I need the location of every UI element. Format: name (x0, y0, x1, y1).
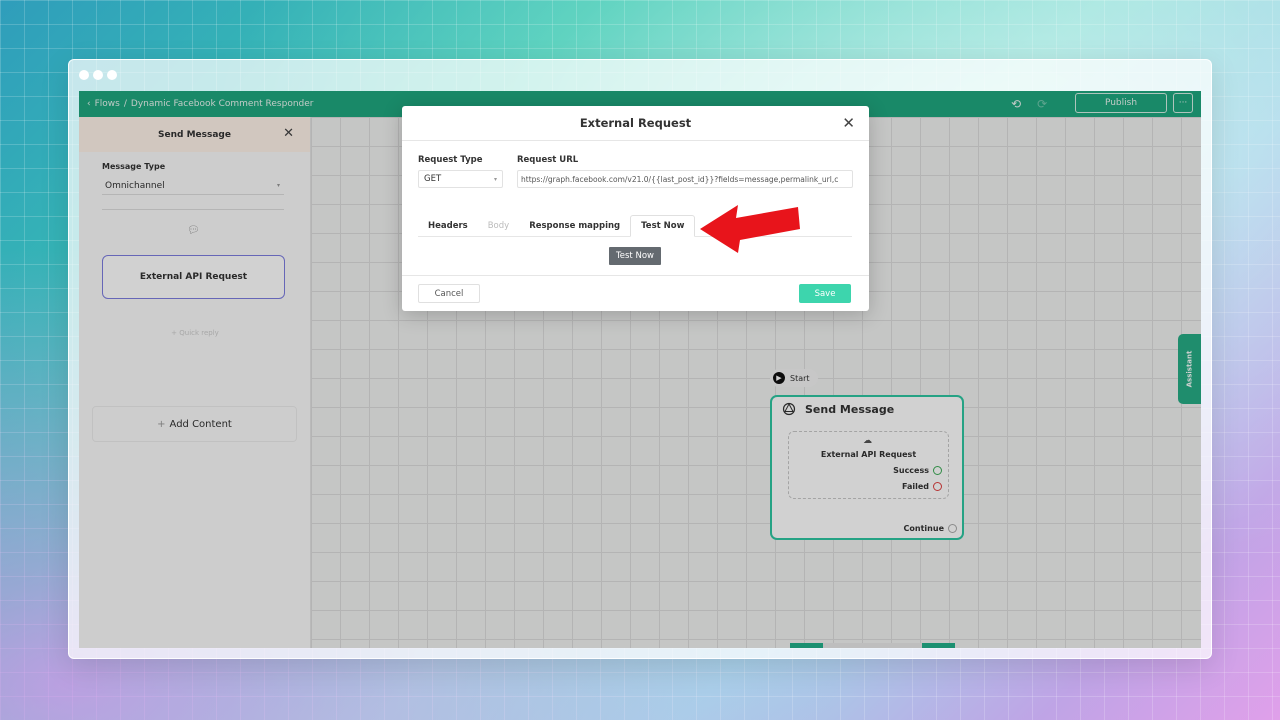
cancel-button[interactable]: Cancel (418, 284, 480, 303)
window-dot-close[interactable] (79, 70, 89, 80)
chevron-down-icon: ▾ (493, 175, 497, 183)
window-controls (79, 70, 117, 80)
modal-title: External Request (579, 116, 692, 130)
modal-footer-divider (402, 275, 869, 276)
tab-response-mapping[interactable]: Response mapping (519, 215, 630, 237)
request-type-value: GET (424, 174, 442, 184)
window-dot-maximize[interactable] (107, 70, 117, 80)
flow-builder-app: ‹ Flows / Dynamic Facebook Comment Respo… (79, 91, 1201, 648)
window-dot-minimize[interactable] (93, 70, 103, 80)
request-url-input[interactable]: https://graph.facebook.com/v21.0/{{last_… (517, 170, 853, 188)
request-type-label: Request Type (418, 155, 483, 165)
modal-header: External Request ✕ (402, 106, 869, 141)
request-type-select[interactable]: GET ▾ (418, 170, 503, 188)
tab-test-now[interactable]: Test Now (630, 215, 696, 237)
annotation-arrow-icon (700, 205, 800, 253)
save-button[interactable]: Save (799, 284, 851, 303)
tab-body[interactable]: Body (478, 215, 519, 237)
close-icon[interactable]: ✕ (842, 114, 855, 132)
tab-headers[interactable]: Headers (418, 215, 478, 237)
request-url-label: Request URL (517, 155, 579, 165)
test-now-button[interactable]: Test Now (609, 247, 661, 265)
